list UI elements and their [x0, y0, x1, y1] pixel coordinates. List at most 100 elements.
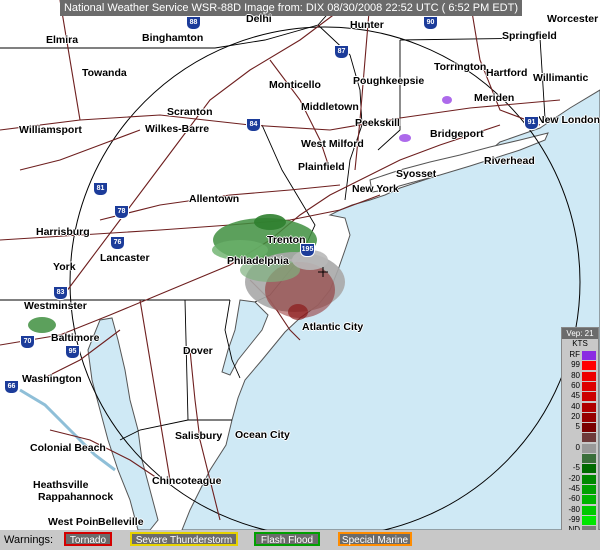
legend-entry-label: -20	[568, 473, 580, 483]
warnings-bar: Warnings: Tornado Severe Thunderstorm Fl…	[0, 530, 600, 550]
legend-color-swatch	[582, 515, 596, 525]
legend-entry: RF	[562, 350, 600, 360]
legend-entry: 60	[562, 381, 600, 391]
legend-entry: -5	[562, 463, 600, 474]
city-westminster: Westminster	[24, 300, 87, 312]
city-philadelphia: Philadelphia	[227, 255, 289, 267]
legend-entry: -45	[562, 484, 600, 494]
city-chincoteague: Chincoteague	[152, 475, 222, 487]
city-washington: Washington	[22, 373, 82, 385]
legend-entry-label: -45	[568, 483, 580, 493]
legend-color-swatch	[582, 505, 596, 515]
interstate-shield-83: 83	[53, 286, 68, 300]
legend-entry: 99	[562, 360, 600, 371]
legend-color-swatch	[582, 433, 596, 443]
city-harrisburg: Harrisburg	[36, 226, 90, 238]
city-poughkeepsie: Poughkeepsie	[353, 75, 425, 87]
legend-color-swatch	[582, 495, 596, 505]
legend-entry-label: -80	[568, 504, 580, 514]
city-plainfield: Plainfield	[298, 161, 345, 173]
legend-color-swatch	[582, 412, 596, 422]
legend-entry: -99	[562, 515, 600, 525]
city-dover: Dover	[183, 345, 213, 357]
warning-special-marine[interactable]: Special Marine	[338, 532, 412, 546]
city-willimantic: Willimantic	[533, 72, 589, 84]
legend-color-swatch	[582, 371, 596, 381]
interstate-shield-87: 87	[334, 45, 349, 59]
legend-entry-label: 40	[571, 401, 580, 411]
city-delhi: Delhi	[246, 13, 272, 25]
city-meriden: Meriden	[474, 92, 515, 104]
city-atlantic-city: Atlantic City	[302, 321, 364, 333]
legend-entry-label: RF	[569, 350, 580, 359]
city-binghamton: Binghamton	[142, 32, 204, 44]
legend-entry-label: -5	[572, 463, 580, 473]
city-hartford: Hartford	[486, 67, 528, 79]
legend-entry: -60	[562, 494, 600, 505]
legend-entry-label: 0	[575, 442, 580, 452]
city-salisbury: Salisbury	[175, 430, 223, 442]
warning-tornado[interactable]: Tornado	[64, 532, 112, 546]
legend-color-swatch	[582, 484, 596, 494]
legend-color-swatch	[582, 381, 596, 391]
interstate-shield-95: 95	[65, 345, 80, 359]
city-middletown: Middletown	[301, 101, 359, 113]
legend-entry	[562, 453, 600, 463]
legend-color-swatch	[582, 392, 596, 402]
city-riverhead: Riverhead	[484, 155, 535, 167]
city-heathsville: Heathsville	[33, 479, 89, 491]
legend-color-swatch	[582, 423, 596, 433]
legend-color-swatch	[582, 402, 596, 412]
city-worcester: Worcester	[547, 13, 599, 25]
city-peekskill: Peekskill	[355, 117, 400, 129]
interstate-shield-84: 84	[246, 118, 261, 132]
legend-color-swatch	[582, 361, 596, 371]
city-colonial-beach: Colonial Beach	[30, 442, 106, 454]
image-title: National Weather Service WSR-88D Image f…	[60, 0, 522, 16]
city-west-milford: West Milford	[301, 138, 364, 150]
legend-entry: 0	[562, 443, 600, 453]
city-ocean-city: Ocean City	[235, 429, 290, 441]
legend-entry: 20	[562, 412, 600, 422]
city-bridgeport: Bridgeport	[430, 128, 484, 140]
warning-flash-flood[interactable]: Flash Flood	[254, 532, 320, 546]
city-wilkes-barre: Wilkes-Barre	[145, 123, 210, 135]
legend-entry: 5	[562, 422, 600, 433]
interstate-shield-78: 78	[114, 205, 129, 219]
city-new-york: New York	[352, 183, 399, 195]
city-hunter: Hunter	[350, 19, 384, 31]
legend-entry-label: 5	[575, 422, 580, 432]
legend-entry: -80	[562, 505, 600, 515]
legend-entry: 80	[562, 371, 600, 381]
legend-entry-label: 99	[571, 360, 580, 370]
interstate-shield-66: 66	[4, 380, 19, 394]
interstate-shield-76: 76	[110, 236, 125, 250]
legend-color-swatch	[582, 443, 596, 453]
city-allentown: Allentown	[189, 193, 240, 205]
interstate-shield-81: 81	[93, 182, 108, 196]
city-york: York	[53, 261, 76, 273]
interstate-shield-195: 195	[300, 243, 315, 257]
interstate-shield-90: 90	[423, 16, 438, 30]
legend-entry-label: -99	[568, 514, 580, 524]
legend-color-swatch	[582, 474, 596, 484]
interstate-shield-91: 91	[524, 116, 539, 130]
city-elmira: Elmira	[46, 34, 79, 46]
warnings-label: Warnings:	[4, 534, 54, 546]
legend-entry: 40	[562, 402, 600, 412]
legend-entry-label: 20	[571, 411, 580, 421]
city-springfield: Springfield	[502, 30, 557, 42]
interstate-shield-88: 88	[186, 16, 201, 30]
city-scranton: Scranton	[167, 106, 213, 118]
city-torrington: Torrington	[434, 61, 487, 73]
legend-color-swatch	[582, 351, 596, 360]
city-towanda: Towanda	[82, 67, 127, 79]
legend-entry: -20	[562, 474, 600, 484]
legend-entry-label: -60	[568, 494, 580, 504]
legend-entry	[562, 432, 600, 443]
warning-severe-thunderstorm[interactable]: Severe Thunderstorm	[130, 532, 238, 546]
legend-color-swatch	[582, 464, 596, 474]
legend-color-swatch	[582, 454, 596, 463]
interstate-shield-70: 70	[20, 335, 35, 349]
city-williamsport: Williamsport	[19, 124, 82, 136]
